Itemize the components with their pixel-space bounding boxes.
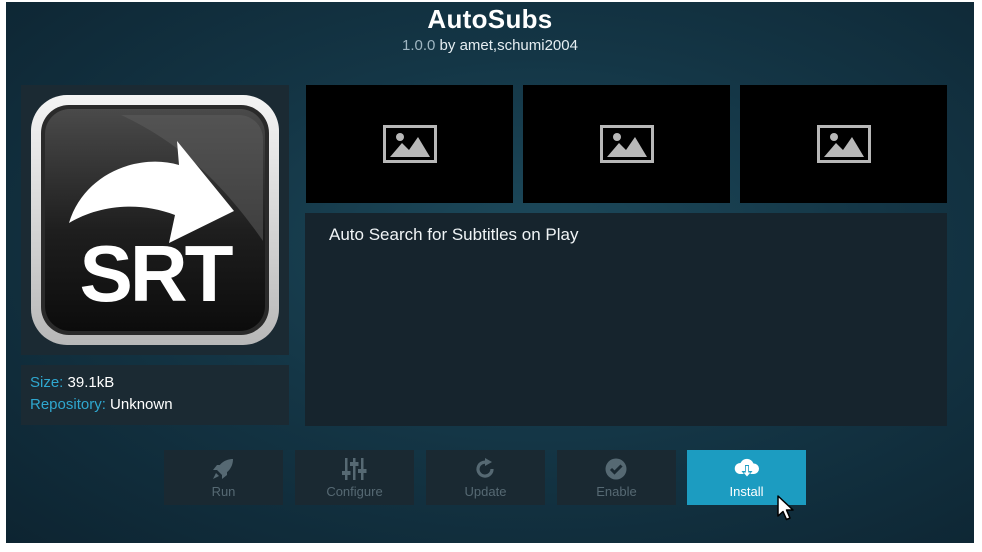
configure-button[interactable]: Configure bbox=[295, 450, 414, 505]
image-placeholder-icon bbox=[383, 125, 437, 163]
addon-version: 1.0.0 bbox=[402, 37, 436, 54]
addon-description: Auto Search for Subtitles on Play bbox=[329, 225, 579, 244]
enable-button[interactable]: Enable bbox=[557, 450, 676, 505]
addon-info-dialog: AutoSubs 1.0.0 by amet,schumi2004 SRT Si… bbox=[6, 2, 974, 543]
repository-row: Repository: Unknown bbox=[30, 396, 173, 413]
run-button[interactable]: Run bbox=[164, 450, 283, 505]
run-label: Run bbox=[211, 484, 236, 499]
size-value: 39.1kB bbox=[63, 374, 115, 391]
screenshot-2[interactable] bbox=[523, 85, 730, 203]
addon-title: AutoSubs bbox=[427, 4, 553, 34]
addon-icon-panel: SRT bbox=[21, 85, 289, 355]
screenshot-3[interactable] bbox=[740, 85, 947, 203]
addon-subtitle: 1.0.0 by amet,schumi2004 bbox=[6, 37, 974, 54]
repository-label: Repository: bbox=[30, 396, 106, 413]
cloud-download-icon bbox=[734, 458, 760, 478]
check-circle-icon bbox=[605, 458, 627, 480]
sliders-icon bbox=[342, 458, 367, 480]
srt-logo-text: SRT bbox=[80, 229, 234, 318]
image-placeholder-icon bbox=[817, 125, 871, 163]
size-label: Size: bbox=[30, 374, 64, 391]
screenshot-1[interactable] bbox=[306, 85, 513, 203]
size-row: Size: 39.1kB bbox=[30, 374, 114, 391]
update-label: Update bbox=[464, 484, 507, 499]
update-button[interactable]: Update bbox=[426, 450, 545, 505]
mouse-cursor-icon bbox=[777, 495, 794, 521]
addon-info-panel: Size: 39.1kB Repository: Unknown bbox=[21, 365, 289, 425]
configure-label: Configure bbox=[326, 484, 383, 499]
addon-author: by amet,schumi2004 bbox=[435, 37, 578, 54]
srt-logo: SRT bbox=[31, 95, 279, 345]
image-placeholder-icon bbox=[600, 125, 654, 163]
enable-label: Enable bbox=[596, 484, 637, 499]
repository-value: Unknown bbox=[105, 396, 173, 413]
rocket-icon bbox=[213, 459, 233, 479]
refresh-icon bbox=[476, 458, 494, 478]
description-panel: Auto Search for Subtitles on Play bbox=[305, 213, 947, 426]
